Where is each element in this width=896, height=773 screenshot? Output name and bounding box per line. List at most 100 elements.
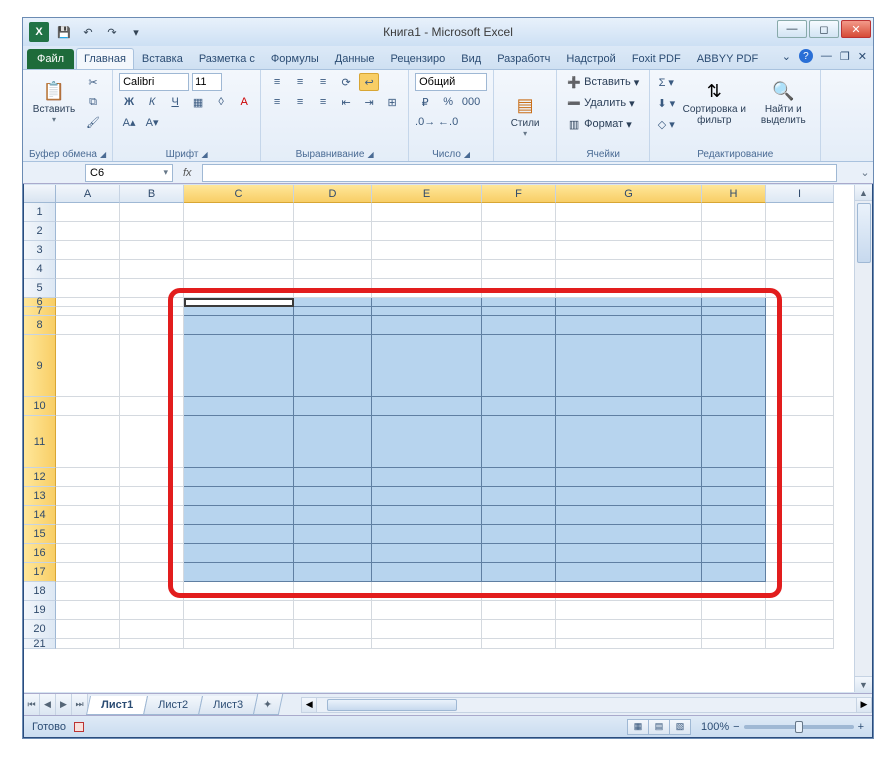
- row-header-1[interactable]: 1: [24, 203, 56, 222]
- cell-I8[interactable]: [766, 316, 834, 335]
- cell-I6[interactable]: [766, 298, 834, 307]
- number-format-combo[interactable]: [415, 73, 487, 91]
- cell-H13[interactable]: [702, 487, 766, 506]
- cell-D12[interactable]: [294, 468, 372, 487]
- zoom-level[interactable]: 100%: [701, 721, 729, 733]
- orientation-icon[interactable]: ⟳: [336, 73, 356, 91]
- col-header-H[interactable]: H: [702, 185, 766, 203]
- cell-H10[interactable]: [702, 397, 766, 416]
- cell-F5[interactable]: [482, 279, 556, 298]
- cell-B17[interactable]: [120, 563, 184, 582]
- font-color-button[interactable]: A: [234, 93, 254, 111]
- cell-G11[interactable]: [556, 416, 702, 468]
- cell-A5[interactable]: [56, 279, 120, 298]
- cell-C5[interactable]: [184, 279, 294, 298]
- cell-E9[interactable]: [372, 335, 482, 397]
- sheet-nav-prev-icon[interactable]: ◀: [40, 694, 56, 715]
- sheet-nav-first-icon[interactable]: ⏮: [24, 694, 40, 715]
- redo-icon[interactable]: ↷: [103, 23, 121, 41]
- sort-filter-button[interactable]: ⇅ Сортировка и фильтр: [680, 73, 748, 133]
- align-middle-icon[interactable]: ≡: [290, 73, 310, 91]
- cell-F21[interactable]: [482, 639, 556, 649]
- scroll-down-icon[interactable]: ▼: [855, 676, 872, 692]
- cell-C12[interactable]: [184, 468, 294, 487]
- cell-D9[interactable]: [294, 335, 372, 397]
- scroll-thumb-horizontal[interactable]: [327, 699, 457, 711]
- col-header-E[interactable]: E: [372, 185, 482, 203]
- row-header-19[interactable]: 19: [24, 601, 56, 620]
- cell-A1[interactable]: [56, 203, 120, 222]
- cell-D16[interactable]: [294, 544, 372, 563]
- cell-G8[interactable]: [556, 316, 702, 335]
- cell-B10[interactable]: [120, 397, 184, 416]
- cell-C17[interactable]: [184, 563, 294, 582]
- zoom-out-button[interactable]: −: [733, 721, 739, 733]
- cell-A15[interactable]: [56, 525, 120, 544]
- cell-E12[interactable]: [372, 468, 482, 487]
- cell-A6[interactable]: [56, 298, 120, 307]
- cell-B1[interactable]: [120, 203, 184, 222]
- cell-G6[interactable]: [556, 298, 702, 307]
- cell-B14[interactable]: [120, 506, 184, 525]
- cell-E16[interactable]: [372, 544, 482, 563]
- cell-I9[interactable]: [766, 335, 834, 397]
- cell-F16[interactable]: [482, 544, 556, 563]
- sheet-tab-Лист2[interactable]: Лист2: [143, 696, 203, 715]
- cell-E10[interactable]: [372, 397, 482, 416]
- cell-C14[interactable]: [184, 506, 294, 525]
- cell-E17[interactable]: [372, 563, 482, 582]
- cell-G17[interactable]: [556, 563, 702, 582]
- decrease-indent-icon[interactable]: ⇤: [336, 93, 356, 111]
- view-normal-button[interactable]: ▦: [627, 719, 649, 735]
- cell-G4[interactable]: [556, 260, 702, 279]
- cell-I19[interactable]: [766, 601, 834, 620]
- row-header-14[interactable]: 14: [24, 506, 56, 525]
- ribbon-minimize-icon[interactable]: ⌄: [782, 50, 791, 63]
- cell-A2[interactable]: [56, 222, 120, 241]
- align-bottom-icon[interactable]: ≡: [313, 73, 333, 91]
- cell-B8[interactable]: [120, 316, 184, 335]
- cell-A11[interactable]: [56, 416, 120, 468]
- cell-A4[interactable]: [56, 260, 120, 279]
- cell-A9[interactable]: [56, 335, 120, 397]
- increase-indent-icon[interactable]: ⇥: [359, 93, 379, 111]
- cell-C16[interactable]: [184, 544, 294, 563]
- vertical-scrollbar[interactable]: ▲ ▼: [854, 185, 872, 692]
- cell-I11[interactable]: [766, 416, 834, 468]
- zoom-slider[interactable]: [744, 725, 854, 729]
- merge-center-button[interactable]: ⊞: [382, 93, 402, 111]
- cell-B5[interactable]: [120, 279, 184, 298]
- cell-G14[interactable]: [556, 506, 702, 525]
- tab-file[interactable]: Файл: [27, 49, 74, 69]
- cell-G10[interactable]: [556, 397, 702, 416]
- cell-H16[interactable]: [702, 544, 766, 563]
- border-button[interactable]: ▦: [188, 93, 208, 111]
- tab-вид[interactable]: Вид: [453, 48, 489, 69]
- sheet-tab-Лист3[interactable]: Лист3: [198, 696, 258, 715]
- cell-H15[interactable]: [702, 525, 766, 544]
- cell-B9[interactable]: [120, 335, 184, 397]
- col-header-A[interactable]: A: [56, 185, 120, 203]
- cell-E6[interactable]: [372, 298, 482, 307]
- row-header-17[interactable]: 17: [24, 563, 56, 582]
- cell-E2[interactable]: [372, 222, 482, 241]
- maximize-button[interactable]: ◻: [809, 20, 839, 38]
- cell-B11[interactable]: [120, 416, 184, 468]
- cell-H8[interactable]: [702, 316, 766, 335]
- cell-I21[interactable]: [766, 639, 834, 649]
- align-center-icon[interactable]: ≡: [290, 93, 310, 111]
- cell-C8[interactable]: [184, 316, 294, 335]
- font-size-combo[interactable]: [192, 73, 222, 91]
- row-header-18[interactable]: 18: [24, 582, 56, 601]
- cell-F19[interactable]: [482, 601, 556, 620]
- copy-icon[interactable]: ⧉: [83, 93, 103, 111]
- cell-C7[interactable]: [184, 307, 294, 316]
- cell-I13[interactable]: [766, 487, 834, 506]
- tab-foxit pdf[interactable]: Foxit PDF: [624, 48, 689, 69]
- cell-A20[interactable]: [56, 620, 120, 639]
- find-select-button[interactable]: 🔍 Найти и выделить: [752, 73, 814, 133]
- cell-B15[interactable]: [120, 525, 184, 544]
- cell-A7[interactable]: [56, 307, 120, 316]
- styles-button[interactable]: ▤ Стили ▾: [500, 93, 550, 140]
- cell-A17[interactable]: [56, 563, 120, 582]
